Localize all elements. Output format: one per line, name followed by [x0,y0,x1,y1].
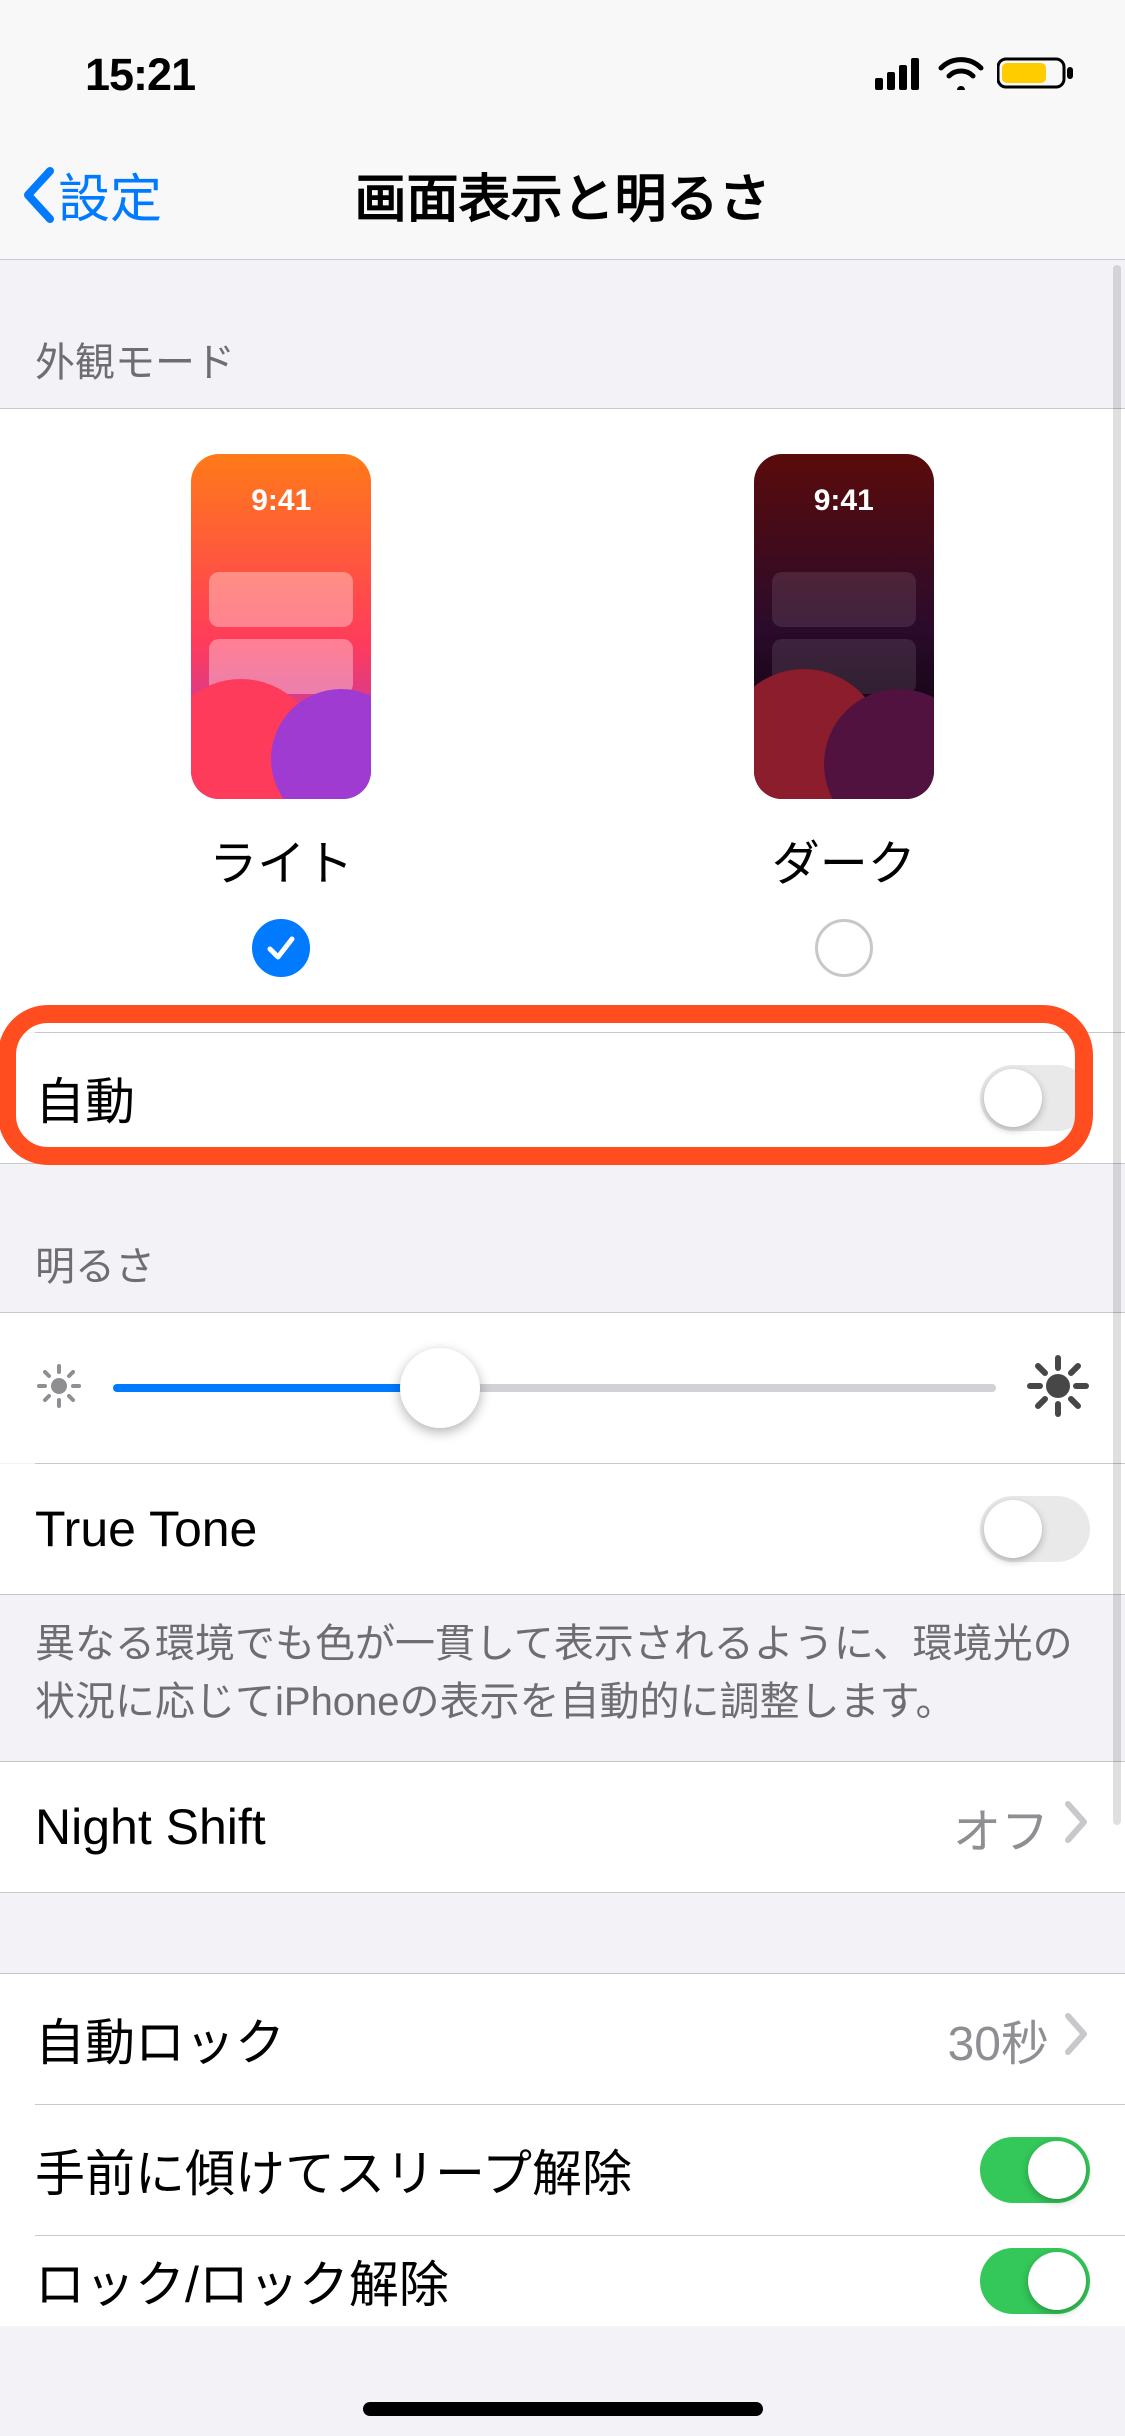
home-indicator [363,2402,763,2416]
truetone-toggle[interactable] [980,1496,1090,1562]
appearance-selector: 9:41 ライト 9:41 ダーク [0,409,1125,1032]
automatic-row: 自動 [0,1033,1125,1163]
brightness-slider-row [0,1313,1125,1463]
appearance-option-dark[interactable]: 9:41 ダーク [563,454,1125,977]
night-shift-value: オフ [953,1792,1049,1862]
raise-to-wake-row: 手前に傾けてスリープ解除 [0,2105,1125,2235]
appearance-option-light[interactable]: 9:41 ライト [0,454,563,977]
truetone-footer: 異なる環境でも色が一貫して表示されるように、環境光の状況に応じてiPhoneの表… [0,1595,1125,1761]
chevron-left-icon [20,165,58,225]
back-label: 設定 [58,157,162,232]
preview-time: 9:41 [191,484,371,518]
lock-unlock-label: ロック/ロック解除 [35,2245,449,2317]
night-shift-row[interactable]: Night Shift オフ [0,1762,1125,1892]
sun-small-icon [35,1362,83,1415]
light-radio[interactable] [252,919,310,977]
checkmark-icon [264,931,298,965]
raise-to-wake-toggle[interactable] [980,2137,1090,2203]
dark-label: ダーク [772,824,916,894]
light-preview-thumb: 9:41 [191,454,371,799]
autolock-label: 自動ロック [35,2003,285,2075]
status-right [875,55,1075,96]
lock-unlock-toggle[interactable] [980,2248,1090,2314]
automatic-label: 自動 [35,1062,135,1134]
section-header-brightness: 明るさ [0,1164,1125,1312]
lock-unlock-row: ロック/ロック解除 [0,2236,1125,2326]
raise-to-wake-label: 手前に傾けてスリープ解除 [35,2134,632,2206]
autolock-value: 30秒 [948,2004,1049,2074]
section-header-appearance: 外観モード [0,260,1125,408]
automatic-toggle[interactable] [980,1065,1090,1131]
autolock-row[interactable]: 自動ロック 30秒 [0,1974,1125,2104]
cellular-icon [875,56,925,95]
wifi-icon [937,56,985,95]
nav-bar: 設定 画面表示と明るさ [0,130,1125,260]
status-time: 15:21 [50,49,195,101]
night-shift-label: Night Shift [35,1798,266,1856]
status-bar: 15:21 [0,0,1125,130]
dark-preview-thumb: 9:41 [754,454,934,799]
chevron-right-icon [1064,2012,1090,2067]
truetone-label: True Tone [35,1500,257,1558]
preview-time: 9:41 [754,484,934,518]
sun-large-icon [1026,1354,1090,1423]
page-title: 画面表示と明るさ [0,157,1125,232]
brightness-slider[interactable] [113,1368,996,1408]
chevron-right-icon [1064,1800,1090,1855]
battery-icon [997,55,1075,96]
light-label: ライト [209,824,353,894]
scroll-indicator [1113,265,1121,1825]
truetone-row: True Tone [0,1464,1125,1594]
dark-radio[interactable] [815,919,873,977]
back-button[interactable]: 設定 [0,157,162,232]
